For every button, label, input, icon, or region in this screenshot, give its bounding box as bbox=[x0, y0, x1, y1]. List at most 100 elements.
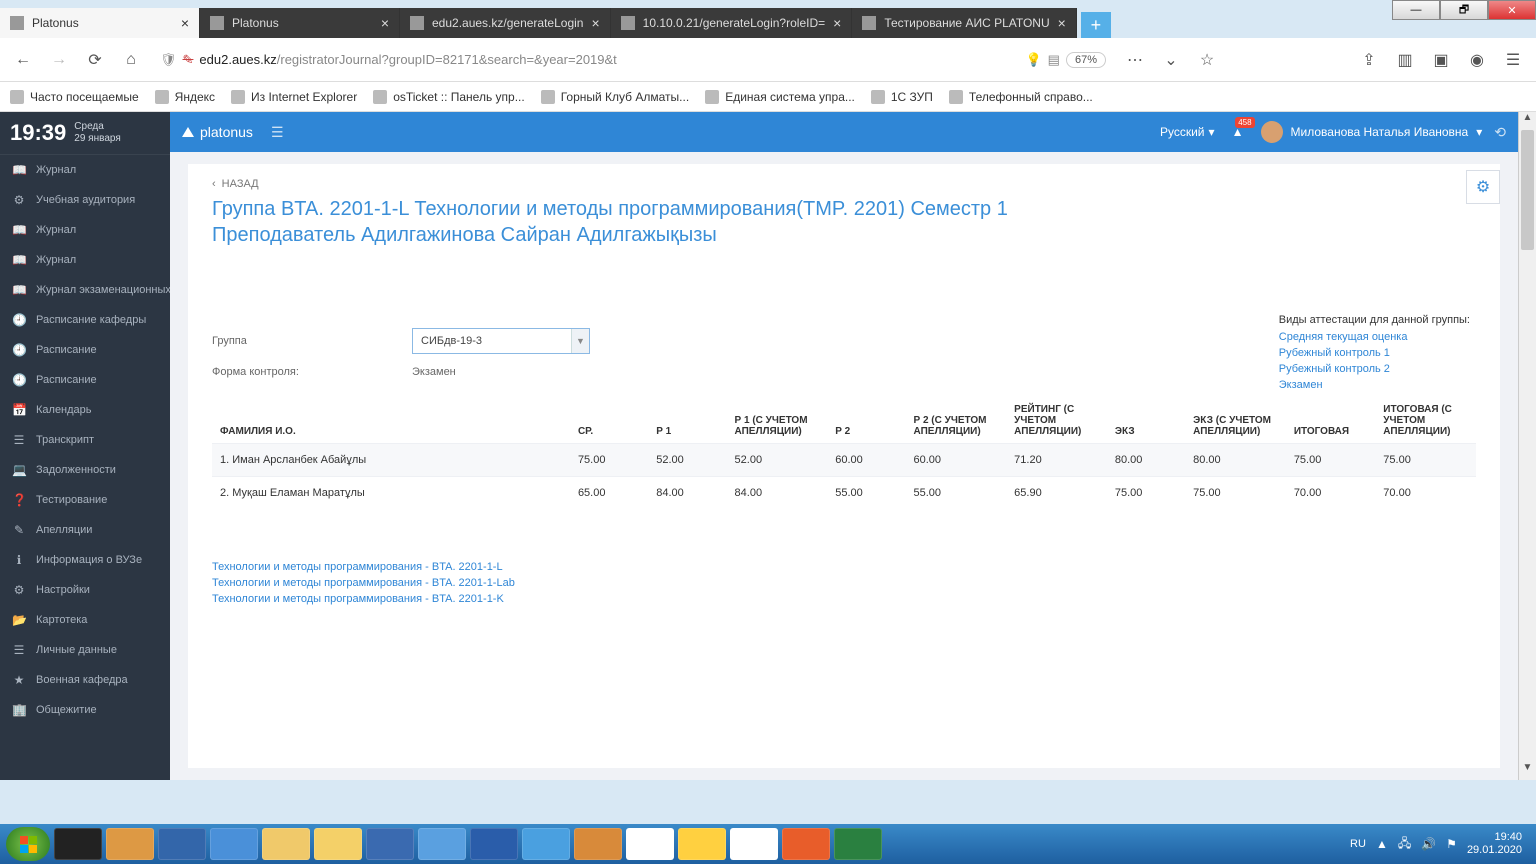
browser-tab[interactable]: Тестирование АИС PLATONU× bbox=[852, 8, 1077, 38]
bookmark-item[interactable]: Из Internet Explorer bbox=[231, 90, 357, 104]
user-menu[interactable]: Милованова Наталья Ивановна ▾ bbox=[1261, 121, 1483, 143]
sidebar-item[interactable]: ⚙Учебная аудитория bbox=[0, 185, 170, 215]
bookmark-star-icon[interactable]: ☆ bbox=[1192, 45, 1222, 75]
related-course-link[interactable]: Технологии и методы программирования - B… bbox=[212, 591, 1476, 607]
bookmark-item[interactable]: Горный Клуб Алматы... bbox=[541, 90, 689, 104]
scroll-up-icon[interactable]: ▲ bbox=[1519, 112, 1536, 130]
related-course-link[interactable]: Технологии и методы программирования - B… bbox=[212, 559, 1476, 575]
sidebar-item[interactable]: ⚙Настройки bbox=[0, 575, 170, 605]
scroll-down-icon[interactable]: ▼ bbox=[1519, 762, 1536, 780]
taskbar-app[interactable] bbox=[366, 828, 414, 860]
address-bar[interactable]: 🛡 ✎ edu2.aues.kz/registratorJournal?grou… bbox=[152, 45, 1114, 75]
browser-tab[interactable]: Platonus× bbox=[0, 8, 200, 38]
browser-tab[interactable]: Platonus× bbox=[200, 8, 400, 38]
close-button[interactable]: ✕ bbox=[1488, 0, 1536, 20]
tray-time[interactable]: 19:40 bbox=[1494, 831, 1522, 844]
taskbar-app[interactable] bbox=[418, 828, 466, 860]
taskbar-app[interactable] bbox=[54, 828, 102, 860]
sidebar-item[interactable]: 🕘Расписание кафедры bbox=[0, 305, 170, 335]
taskbar-app[interactable] bbox=[626, 828, 674, 860]
attestation-link[interactable]: Рубежный контроль 1 bbox=[1279, 345, 1470, 361]
sidebar-item[interactable]: 🏢Общежитие bbox=[0, 695, 170, 725]
taskbar-app[interactable] bbox=[210, 828, 258, 860]
sidebar-item[interactable]: ★Военная кафедра bbox=[0, 665, 170, 695]
sidebar-item[interactable]: ☰Транскрипт bbox=[0, 425, 170, 455]
notifications-icon[interactable]: ▲458 bbox=[1227, 121, 1249, 143]
language-selector[interactable]: Русский▾ bbox=[1160, 125, 1215, 139]
sidebar-item[interactable]: 📖Журнал bbox=[0, 245, 170, 275]
refresh-icon[interactable]: ⟲ bbox=[1494, 124, 1506, 141]
sidebar-item[interactable]: 📖Журнал bbox=[0, 215, 170, 245]
tray-date[interactable]: 29.01.2020 bbox=[1467, 844, 1522, 857]
browser-tab[interactable]: edu2.aues.kz/generateLogin× bbox=[400, 8, 611, 38]
tray-network-icon[interactable]: 🖧 bbox=[1398, 834, 1411, 855]
taskbar-app[interactable] bbox=[158, 828, 206, 860]
pocket-icon[interactable]: ⌄ bbox=[1156, 45, 1186, 75]
browser-tab[interactable]: 10.10.0.21/generateLogin?roleID=× bbox=[611, 8, 853, 38]
sidebar-item[interactable]: 📖Журнал экзаменационных bbox=[0, 275, 170, 305]
close-tab-icon[interactable]: × bbox=[591, 15, 599, 31]
sidebar-item[interactable]: ☰Личные данные bbox=[0, 635, 170, 665]
settings-gear-button[interactable]: ⚙ bbox=[1466, 170, 1500, 204]
taskbar-app[interactable] bbox=[106, 828, 154, 860]
account-icon[interactable]: ◉ bbox=[1462, 45, 1492, 75]
sidebar-icon[interactable]: ▥ bbox=[1390, 45, 1420, 75]
sidebar-item[interactable]: ✎Апелляции bbox=[0, 515, 170, 545]
taskbar-app[interactable] bbox=[730, 828, 778, 860]
sidebar-item[interactable]: 📂Картотека bbox=[0, 605, 170, 635]
reload-icon[interactable]: ⟳ bbox=[80, 45, 110, 75]
taskbar-app[interactable] bbox=[834, 828, 882, 860]
library-icon[interactable]: ⇪ bbox=[1354, 45, 1384, 75]
bookmark-item[interactable]: Единая система упра... bbox=[705, 90, 855, 104]
hamburger-icon[interactable]: ☰ bbox=[1498, 45, 1528, 75]
new-tab-button[interactable]: + bbox=[1081, 12, 1111, 38]
tray-language[interactable]: RU bbox=[1350, 838, 1366, 850]
attestation-link[interactable]: Рубежный контроль 2 bbox=[1279, 361, 1470, 377]
taskbar-app[interactable] bbox=[470, 828, 518, 860]
sidebar-item[interactable]: ❓Тестирование bbox=[0, 485, 170, 515]
close-tab-icon[interactable]: × bbox=[181, 15, 189, 31]
zoom-level[interactable]: 67% bbox=[1066, 52, 1106, 68]
bookmark-item[interactable]: Часто посещаемые bbox=[10, 90, 139, 104]
sidebar-item[interactable]: 🕘Расписание bbox=[0, 335, 170, 365]
taskbar-app[interactable] bbox=[522, 828, 570, 860]
app-brand[interactable]: platonus bbox=[182, 124, 253, 140]
sidebar-item[interactable]: 📖Журнал bbox=[0, 155, 170, 185]
home-icon[interactable]: ⌂ bbox=[116, 45, 146, 75]
taskbar-app[interactable] bbox=[262, 828, 310, 860]
chevron-down-icon[interactable]: ▼ bbox=[571, 329, 589, 353]
tray-chevron-icon[interactable]: ▲ bbox=[1376, 837, 1388, 851]
group-select[interactable]: СИБдв-19-3 ▼ bbox=[412, 328, 590, 354]
start-button[interactable] bbox=[6, 827, 50, 861]
taskbar-app[interactable] bbox=[782, 828, 830, 860]
close-tab-icon[interactable]: × bbox=[1058, 15, 1066, 31]
tray-flag-icon[interactable]: ⚑ bbox=[1446, 837, 1457, 851]
menu-dots-icon[interactable]: ⋯ bbox=[1120, 45, 1150, 75]
taskbar-app[interactable] bbox=[678, 828, 726, 860]
scroll-thumb[interactable] bbox=[1521, 130, 1534, 250]
bookmark-item[interactable]: Телефонный справо... bbox=[949, 90, 1093, 104]
reader-icon[interactable]: 💡 bbox=[1025, 52, 1041, 68]
taskbar-app[interactable] bbox=[574, 828, 622, 860]
tray-volume-icon[interactable]: 🔊 bbox=[1421, 837, 1436, 851]
forward-icon[interactable]: → bbox=[44, 45, 74, 75]
sidebar-item[interactable]: ℹИнформация о ВУЗе bbox=[0, 545, 170, 575]
attestation-link[interactable]: Средняя текущая оценка bbox=[1279, 329, 1470, 345]
sidebar-toggle-icon[interactable]: ☰ bbox=[271, 124, 284, 141]
minimize-button[interactable]: — bbox=[1392, 0, 1440, 20]
maximize-button[interactable]: 🗗 bbox=[1440, 0, 1488, 20]
close-tab-icon[interactable]: × bbox=[833, 15, 841, 31]
sidebar-item[interactable]: 📅Календарь bbox=[0, 395, 170, 425]
attestation-link[interactable]: Экзамен bbox=[1279, 377, 1470, 393]
bookmark-item[interactable]: 1С ЗУП bbox=[871, 90, 933, 104]
page-action-icon[interactable]: ▤ bbox=[1048, 52, 1060, 68]
vertical-scrollbar[interactable]: ▲ ▼ bbox=[1518, 112, 1536, 780]
bookmark-item[interactable]: Яндекс bbox=[155, 90, 215, 104]
close-tab-icon[interactable]: × bbox=[381, 15, 389, 31]
sidebar-item[interactable]: 🕘Расписание bbox=[0, 365, 170, 395]
back-link[interactable]: ‹НАЗАД bbox=[212, 178, 1476, 190]
extensions-icon[interactable]: ▣ bbox=[1426, 45, 1456, 75]
sidebar-item[interactable]: 💻Задолженности bbox=[0, 455, 170, 485]
taskbar-app[interactable] bbox=[314, 828, 362, 860]
related-course-link[interactable]: Технологии и методы программирования - B… bbox=[212, 575, 1476, 591]
